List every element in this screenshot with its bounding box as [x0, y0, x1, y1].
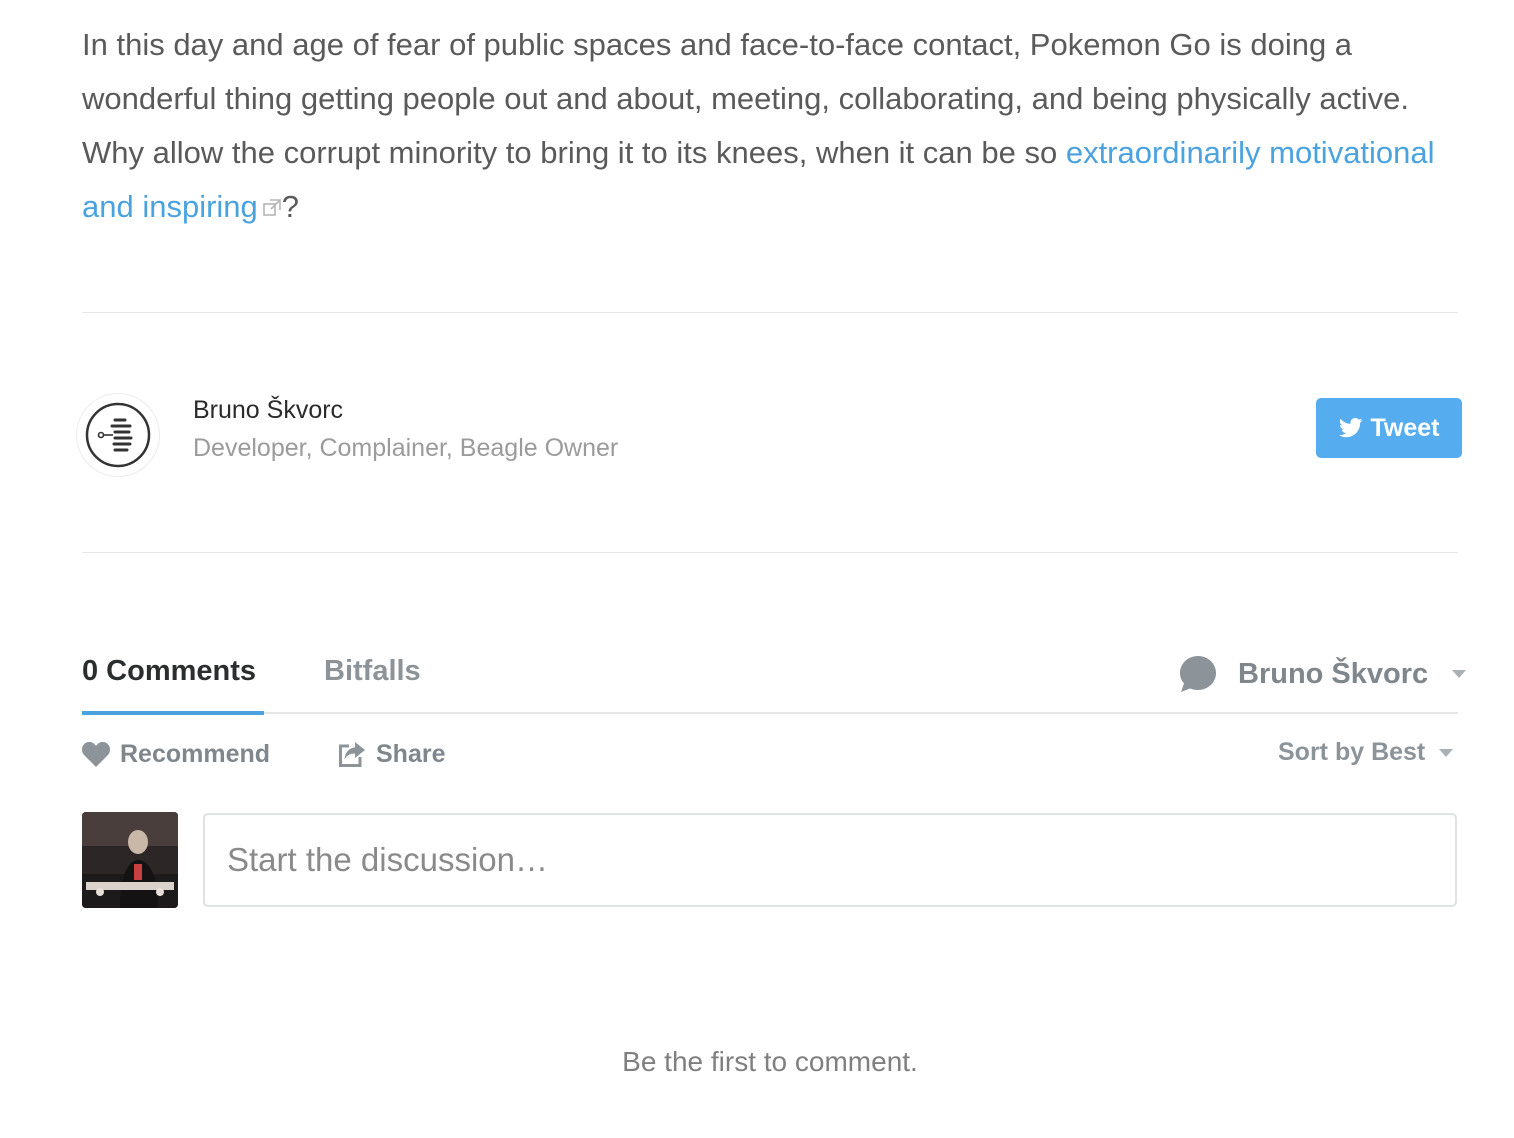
twitter-bird-icon — [1338, 418, 1362, 438]
user-menu-name: Bruno Škvorc — [1238, 657, 1429, 690]
sitepoint-logo-icon — [85, 402, 151, 468]
sort-label: Sort by Best — [1278, 738, 1426, 766]
heart-icon — [82, 742, 110, 767]
sort-dropdown[interactable]: Sort by Best — [1278, 738, 1454, 767]
author-bio: Developer, Complainer, Beagle Owner — [193, 434, 619, 462]
article-paragraph: In this day and age of fear of public sp… — [82, 18, 1462, 234]
recommend-label: Recommend — [120, 740, 271, 768]
user-menu[interactable]: Bruno Škvorc — [1178, 652, 1467, 696]
tweet-label: Tweet — [1370, 413, 1440, 442]
user-avatar[interactable] — [82, 812, 178, 908]
active-tab-indicator — [82, 711, 264, 715]
empty-comments-message: Be the first to comment. — [622, 1046, 918, 1077]
share-arrow-icon — [339, 742, 365, 767]
article-text-end: ? — [281, 189, 300, 224]
share-button[interactable]: Share — [338, 740, 445, 769]
user-photo-image — [82, 812, 178, 908]
chevron-down-icon — [1452, 670, 1467, 678]
divider — [82, 552, 1458, 553]
comment-input[interactable] — [203, 813, 1457, 907]
tab-comments[interactable]: 0 Comments — [82, 655, 256, 688]
external-link-icon — [262, 199, 281, 216]
tabs-divider — [82, 712, 1458, 714]
speech-bubble-icon — [1180, 656, 1216, 692]
divider — [82, 312, 1458, 313]
tab-bitfalls[interactable]: Bitfalls — [324, 655, 421, 688]
chevron-down-icon — [1439, 748, 1454, 757]
author-avatar[interactable] — [76, 393, 160, 477]
tweet-button[interactable]: Tweet — [1316, 398, 1462, 458]
share-label: Share — [376, 740, 446, 768]
recommend-button[interactable]: Recommend — [82, 740, 270, 769]
author-name[interactable]: Bruno Škvorc — [193, 396, 343, 425]
